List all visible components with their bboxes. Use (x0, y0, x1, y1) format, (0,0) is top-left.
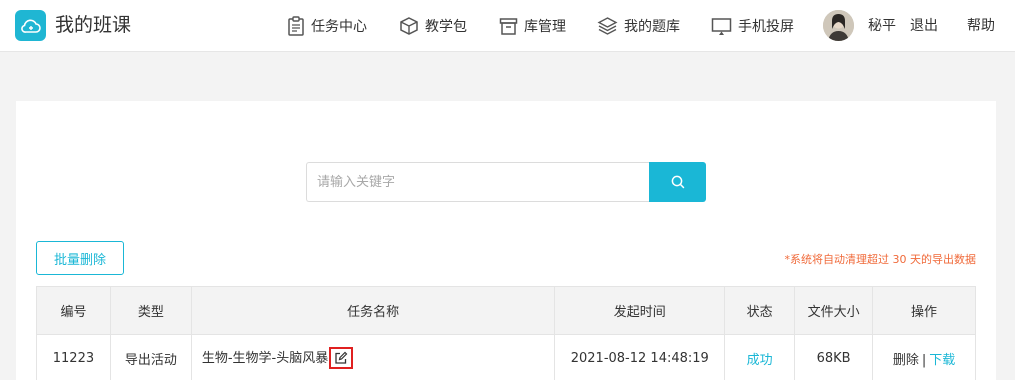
user-name[interactable]: 秘平 (868, 0, 896, 52)
user-photo-icon (823, 10, 854, 41)
auto-cleanup-notice: *系统将自动清理超过 30 天的导出数据 (784, 253, 977, 266)
nav-label: 教学包 (425, 19, 467, 35)
column-header-type: 类型 (109, 286, 192, 335)
cloud-logo-icon (20, 19, 41, 33)
app-title[interactable]: 我的班课 (55, 13, 131, 37)
search-button[interactable] (649, 162, 706, 202)
package-icon (400, 17, 418, 35)
search-icon (671, 175, 684, 189)
nav-label: 任务中心 (311, 19, 367, 35)
nav-label: 库管理 (524, 19, 566, 35)
cell-status: 成功 (724, 334, 796, 380)
column-header-task-name: 任务名称 (190, 286, 556, 335)
app-logo[interactable] (15, 10, 46, 41)
column-header-id: 编号 (36, 286, 111, 335)
cell-file-size: 68KB (794, 334, 874, 380)
status-success-link[interactable]: 成功 (747, 353, 773, 368)
edit-icon (335, 351, 348, 364)
logout-link[interactable]: 退出 (910, 0, 938, 52)
help-link[interactable]: 帮助 (967, 0, 995, 52)
cell-task-name: 生物-生物学-头脑风暴 (190, 334, 556, 380)
search-bar (306, 162, 706, 202)
export-task-panel: 批量删除 *系统将自动清理超过 30 天的导出数据 编号 类型 任务名称 发起时… (16, 101, 996, 380)
column-header-file-size: 文件大小 (794, 286, 874, 335)
nav-teaching-package[interactable]: 教学包 (399, 0, 467, 52)
nav-library-management[interactable]: 库管理 (499, 0, 566, 52)
layers-icon (597, 17, 618, 35)
batch-delete-button[interactable]: 批量删除 (36, 241, 124, 275)
cell-id: 11223 (36, 334, 111, 380)
edit-task-name-button[interactable] (329, 347, 354, 370)
nav-label: 手机投屏 (738, 19, 794, 35)
archive-icon (499, 17, 518, 35)
download-link[interactable]: 下载 (929, 353, 955, 368)
avatar[interactable] (823, 10, 854, 41)
nav-label: 我的题库 (624, 19, 680, 35)
column-header-status: 状态 (724, 286, 796, 335)
screen-cast-icon (711, 17, 732, 35)
cell-type: 导出活动 (109, 334, 192, 380)
table-header-row: 编号 类型 任务名称 发起时间 状态 文件大小 操作 (36, 286, 976, 335)
search-input[interactable] (306, 162, 650, 202)
delete-link[interactable]: 删除 (893, 353, 919, 368)
nav-my-question-bank[interactable]: 我的题库 (597, 0, 680, 52)
cell-actions: 删除 | 下载 (872, 334, 976, 380)
top-header: 我的班课 任务中心 教学包 库管理 我的题库 手机投屏 秘平 退出 帮助 (0, 0, 1015, 52)
clipboard-icon (288, 16, 304, 36)
nav-task-center[interactable]: 任务中心 (287, 0, 367, 52)
export-task-table: 编号 类型 任务名称 发起时间 状态 文件大小 操作 11223 导出活动 生物… (36, 286, 976, 380)
column-header-start-time: 发起时间 (554, 286, 726, 335)
table-row: 11223 导出活动 生物-生物学-头脑风暴 2021-08-12 14:48:… (36, 334, 976, 380)
nav-screen-cast[interactable]: 手机投屏 (711, 0, 794, 52)
cell-start-time: 2021-08-12 14:48:19 (554, 334, 726, 380)
action-separator: | (921, 352, 927, 368)
column-header-actions: 操作 (872, 286, 976, 335)
task-name-text: 生物-生物学-头脑风暴 (201, 350, 329, 366)
